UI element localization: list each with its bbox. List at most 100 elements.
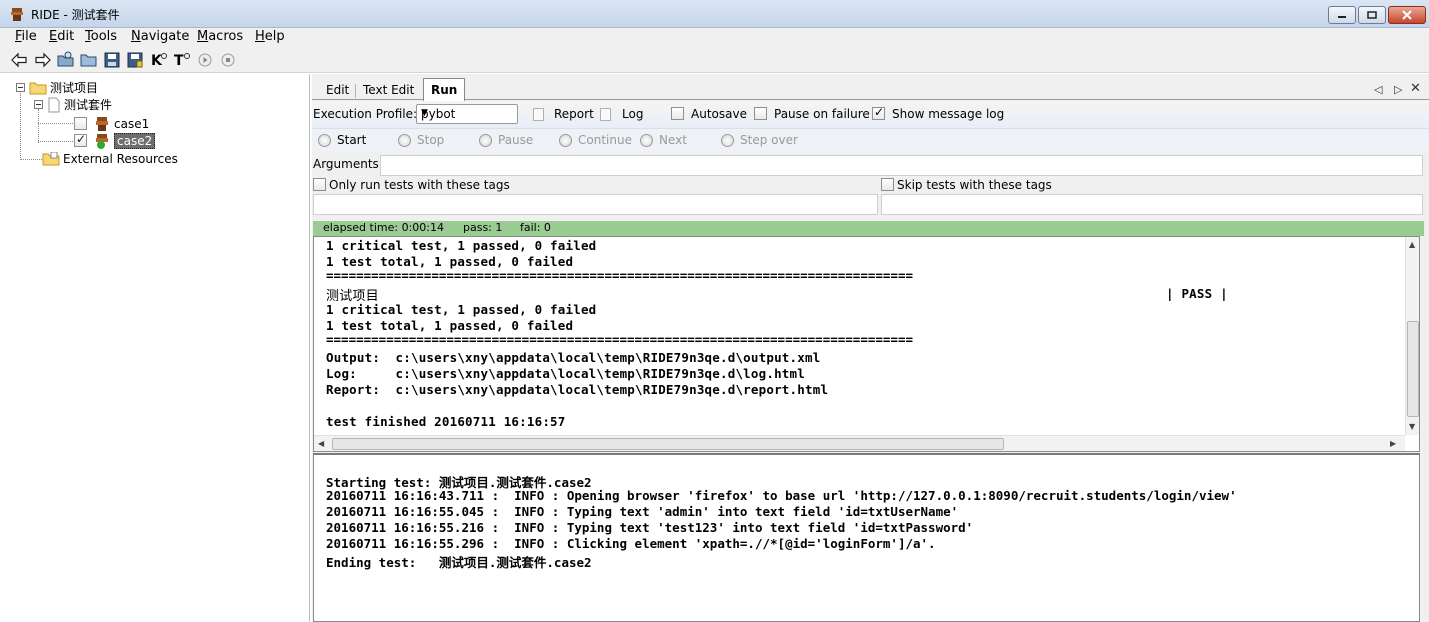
report-button[interactable]: Report (554, 107, 594, 121)
output-line: 1 test total, 1 passed, 0 failed (326, 254, 574, 269)
tree-item-external-resources[interactable]: External Resources (42, 150, 178, 167)
tree-item-suite[interactable]: 测试套件 (34, 96, 112, 113)
case2-checkbox[interactable] (74, 132, 87, 147)
output-line: 1 critical test, 1 passed, 0 failed (326, 302, 597, 317)
menu-help[interactable]: Help (255, 29, 285, 44)
close-icon (1402, 10, 1412, 20)
tab-scroll-right-icon[interactable]: ▷ (1394, 83, 1402, 96)
menu-edit[interactable]: Edit (49, 29, 74, 44)
output-rule: ========================================… (326, 332, 913, 347)
scroll-down-icon[interactable]: ▼ (1409, 422, 1415, 431)
elapsed-time: elapsed time: 0:00:14 (323, 221, 444, 234)
menu-file[interactable]: File (15, 29, 37, 44)
save-all-icon[interactable] (126, 51, 144, 69)
message-log-line: Ending test: 测试项目.测试套件.case2 (326, 555, 592, 570)
tree-item-case1[interactable]: case1 (74, 115, 149, 132)
minimize-icon (1338, 16, 1346, 18)
file-icon (48, 97, 60, 112)
menu-macros[interactable]: Macros (197, 29, 243, 44)
open-suite-icon[interactable] (57, 51, 75, 69)
search-tests-icon[interactable]: T (173, 51, 191, 69)
tree-item-project[interactable]: 测试项目 (16, 79, 98, 96)
ride-app-icon (11, 8, 23, 21)
continue-button[interactable]: Continue (559, 133, 632, 147)
run-status-bar: elapsed time: 0:00:14 pass: 1 fail: 0 (313, 221, 1424, 236)
tab-close-icon[interactable]: ✕ (1410, 81, 1421, 96)
output-horizontal-scrollbar[interactable]: ◀ ▶ (314, 435, 1405, 451)
execution-profile-select[interactable]: pybot ▼ (416, 104, 518, 124)
show-message-log-checkbox[interactable] (872, 105, 885, 120)
maximize-icon (1367, 11, 1377, 19)
toolbar: K T (0, 47, 1429, 73)
resource-folder-icon (42, 151, 60, 165)
execution-profile-label: Execution Profile: (313, 107, 418, 121)
scroll-right-icon[interactable]: ▶ (1390, 439, 1396, 448)
tab-run[interactable]: Run (423, 78, 466, 101)
output-line: 1 test total, 1 passed, 0 failed (326, 318, 574, 333)
fail-count: fail: 0 (520, 221, 551, 234)
log-icon[interactable] (600, 108, 611, 121)
step-over-icon (721, 133, 734, 147)
svg-text:T: T (174, 53, 184, 69)
message-log-line: 20160711 16:16:55.216 : INFO : Typing te… (326, 520, 974, 535)
stop-button[interactable]: Stop (398, 133, 444, 147)
dropdown-arrow-icon: ▼ (421, 108, 428, 118)
tree-item-case2[interactable]: case2 (74, 132, 156, 149)
tree-label-case1: case1 (114, 116, 150, 131)
output-path-line: Output: c:\users\xny\appdata\local\temp\… (326, 350, 821, 365)
report-path-line: Report: c:\users\xny\appdata\local\temp\… (326, 382, 829, 397)
report-icon[interactable] (533, 108, 544, 121)
test-case-icon (96, 116, 108, 131)
open-directory-icon[interactable] (80, 51, 98, 69)
tab-scroll-left-icon[interactable]: ◁ (1374, 83, 1382, 96)
output-console[interactable]: 1 critical test, 1 passed, 0 failed 1 te… (313, 236, 1420, 452)
only-run-tags-input[interactable] (313, 194, 878, 215)
vertical-scroll-thumb[interactable] (1407, 321, 1419, 417)
pause-button[interactable]: Pause (479, 133, 533, 147)
back-arrow-icon[interactable] (10, 51, 28, 69)
message-log[interactable]: Starting test: 测试项目.测试套件.case2 20160711 … (313, 453, 1420, 622)
menu-navigate[interactable]: Navigate (131, 29, 189, 44)
message-log-line: 20160711 16:16:55.045 : INFO : Typing te… (326, 504, 959, 519)
search-keywords-icon[interactable]: K (150, 51, 168, 69)
collapse-icon[interactable] (34, 100, 43, 109)
tree-label-external: External Resources (63, 151, 178, 166)
editor-area: Edit Text Edit Run ◁ ▷ ✕ Execution Profi… (312, 74, 1429, 622)
stop-icon (398, 133, 411, 147)
case1-checkbox[interactable] (74, 117, 87, 130)
close-button[interactable] (1388, 6, 1426, 24)
skip-tags-checkbox[interactable] (881, 178, 894, 191)
maximize-button[interactable] (1358, 6, 1386, 24)
arguments-input[interactable] (380, 155, 1423, 176)
horizontal-scroll-thumb[interactable] (332, 438, 1004, 450)
stop-icon[interactable] (219, 51, 237, 69)
step-over-button[interactable]: Step over (721, 133, 798, 147)
only-run-tags-checkbox[interactable] (313, 178, 326, 191)
tree-label-project: 测试项目 (50, 81, 99, 95)
menu-bar: File Edit Tools Navigate Macros Help (0, 28, 1429, 47)
run-icon[interactable] (196, 51, 214, 69)
skip-tags-input[interactable] (881, 194, 1423, 215)
folder-icon (29, 82, 47, 94)
forward-arrow-icon[interactable] (34, 51, 52, 69)
test-finished-line: test finished 20160711 16:16:57 (326, 414, 566, 429)
tab-edit[interactable]: Edit (319, 81, 356, 100)
scroll-up-icon[interactable]: ▲ (1409, 240, 1415, 249)
minimize-button[interactable] (1328, 6, 1356, 24)
output-vertical-scrollbar[interactable]: ▲ ▼ (1405, 237, 1419, 435)
collapse-icon[interactable] (16, 83, 25, 92)
autosave-checkbox[interactable] (671, 107, 684, 120)
scroll-left-icon[interactable]: ◀ (318, 439, 324, 448)
start-button[interactable]: Start (318, 133, 366, 147)
output-pass-marker: | PASS | (1166, 286, 1228, 301)
pause-on-failure-checkbox[interactable] (754, 107, 767, 120)
log-button[interactable]: Log (622, 107, 643, 121)
tree-label-suite: 测试套件 (64, 98, 113, 112)
title-bar: RIDE - 测试套件 (0, 0, 1429, 28)
tab-text-edit[interactable]: Text Edit (356, 81, 421, 100)
next-button[interactable]: Next (640, 133, 687, 147)
save-icon[interactable] (103, 51, 121, 69)
message-log-line: 20160711 16:16:43.711 : INFO : Opening b… (326, 488, 1237, 503)
menu-tools[interactable]: Tools (85, 29, 117, 44)
show-message-log-label: Show message log (892, 107, 1005, 121)
